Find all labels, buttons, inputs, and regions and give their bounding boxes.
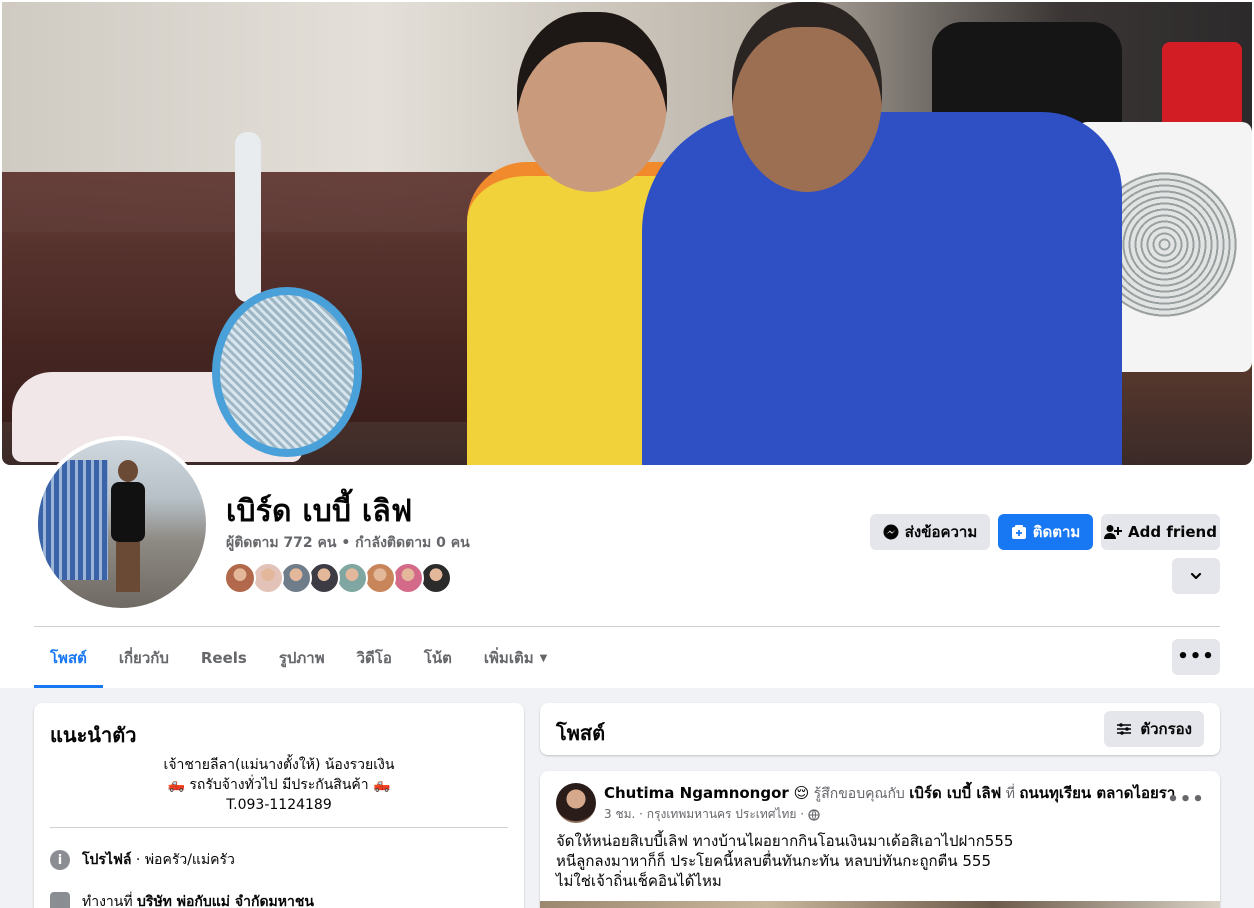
- info-icon: i: [50, 850, 70, 870]
- intro-bio: เจ้าชายลีลา(แม่นางตั้งให้) น้องรวยเงิน 🛻…: [163, 757, 395, 813]
- more-options-dropdown-button[interactable]: [1172, 558, 1220, 594]
- intro-profile-row: i โปรไฟล์ · พ่อครัว/แม่ครัว: [50, 849, 235, 871]
- tab-reels[interactable]: Reels: [185, 628, 263, 688]
- feeling-emoji-icon: 😌: [793, 784, 810, 802]
- briefcase-icon: [50, 892, 70, 908]
- filter-icon: [1117, 723, 1132, 735]
- posts-header-card: โพสต์ ตัวกรอง: [540, 703, 1220, 755]
- more-dots-icon: •••: [1167, 788, 1205, 810]
- post-card: Chutima Ngamnongor 😌 รู้สึกขอบคุณกับ เบิ…: [540, 771, 1220, 908]
- post-author-avatar[interactable]: [556, 783, 596, 823]
- post-meta: 3 ชม. · กรุงเทพมหานคร ประเทศไทย ·: [604, 805, 820, 824]
- follow-button[interactable]: ติดตาม: [998, 514, 1093, 550]
- tab-more[interactable]: เพิ่มเติม ▼: [468, 628, 563, 688]
- post-author-name[interactable]: Chutima Ngamnongor: [604, 784, 789, 802]
- follower-stats[interactable]: ผู้ติดตาม 772 คน • กำลังติดตาม 0 คน: [226, 532, 470, 554]
- friend-avatar[interactable]: [280, 562, 312, 594]
- friend-avatar[interactable]: [392, 562, 424, 594]
- profile-name: เบิร์ด เบบี้ เลิฟ: [226, 494, 413, 529]
- add-person-icon: [1104, 525, 1123, 539]
- messenger-icon: [883, 524, 899, 540]
- tagged-person[interactable]: เบิร์ด เบบี้ เลิฟ: [909, 784, 1001, 802]
- friend-avatar[interactable]: [252, 562, 284, 594]
- follow-icon: [1011, 525, 1026, 539]
- tabs-more-button[interactable]: •••: [1172, 639, 1220, 675]
- intro-work-row: ทำงานที่ บริษัท พ่อกับแม่ จำกัดมหาชน: [50, 891, 314, 908]
- tab-videos[interactable]: วิดีโอ: [341, 628, 408, 688]
- tab-photos[interactable]: รูปภาพ: [263, 628, 341, 688]
- message-button[interactable]: ส่งข้อความ: [870, 514, 990, 550]
- post-header: Chutima Ngamnongor 😌 รู้สึกขอบคุณกับ เบิ…: [604, 784, 1176, 802]
- post-location[interactable]: ถนนทุเรียน ตลาดไอยรา: [1019, 784, 1175, 802]
- friend-avatar[interactable]: [420, 562, 452, 594]
- globe-icon: [808, 808, 820, 821]
- friend-avatar[interactable]: [336, 562, 368, 594]
- tab-posts[interactable]: โพสต์: [34, 628, 103, 688]
- intro-card: แนะนำตัว เจ้าชายลีลา(แม่นางตั้งให้) น้อง…: [34, 703, 524, 908]
- cover-photo[interactable]: [2, 2, 1252, 465]
- profile-avatar[interactable]: [34, 436, 210, 612]
- friend-avatar[interactable]: [308, 562, 340, 594]
- profile-tabs: โพสต์ เกี่ยวกับ Reels รูปภาพ วิดีโอ โน้ต…: [34, 628, 563, 688]
- friend-avatar[interactable]: [224, 562, 256, 594]
- post-text: จัดให้หน่อยสิเบบี้เลิฟ ทางบ้านไผอยากกินโ…: [556, 832, 1014, 890]
- tab-notes[interactable]: โน้ต: [408, 628, 468, 688]
- mutual-friends-strip[interactable]: [224, 562, 452, 594]
- friend-avatar[interactable]: [364, 562, 396, 594]
- add-friend-button[interactable]: Add friend: [1101, 514, 1220, 550]
- post-options-button[interactable]: •••: [1167, 787, 1205, 811]
- post-photo[interactable]: [540, 901, 1220, 908]
- header-divider: [34, 626, 1220, 627]
- more-dots-icon: •••: [1177, 646, 1215, 667]
- intro-title: แนะนำตัว: [50, 723, 137, 747]
- profile-header: เบิร์ด เบบี้ เลิฟ ผู้ติดตาม 772 คน • กำล…: [0, 0, 1254, 688]
- tab-about[interactable]: เกี่ยวกับ: [103, 628, 185, 688]
- caret-down-icon: ▼: [539, 652, 548, 664]
- posts-title: โพสต์: [556, 721, 606, 745]
- chevron-down-icon: [1190, 572, 1202, 580]
- filter-button[interactable]: ตัวกรอง: [1104, 711, 1204, 747]
